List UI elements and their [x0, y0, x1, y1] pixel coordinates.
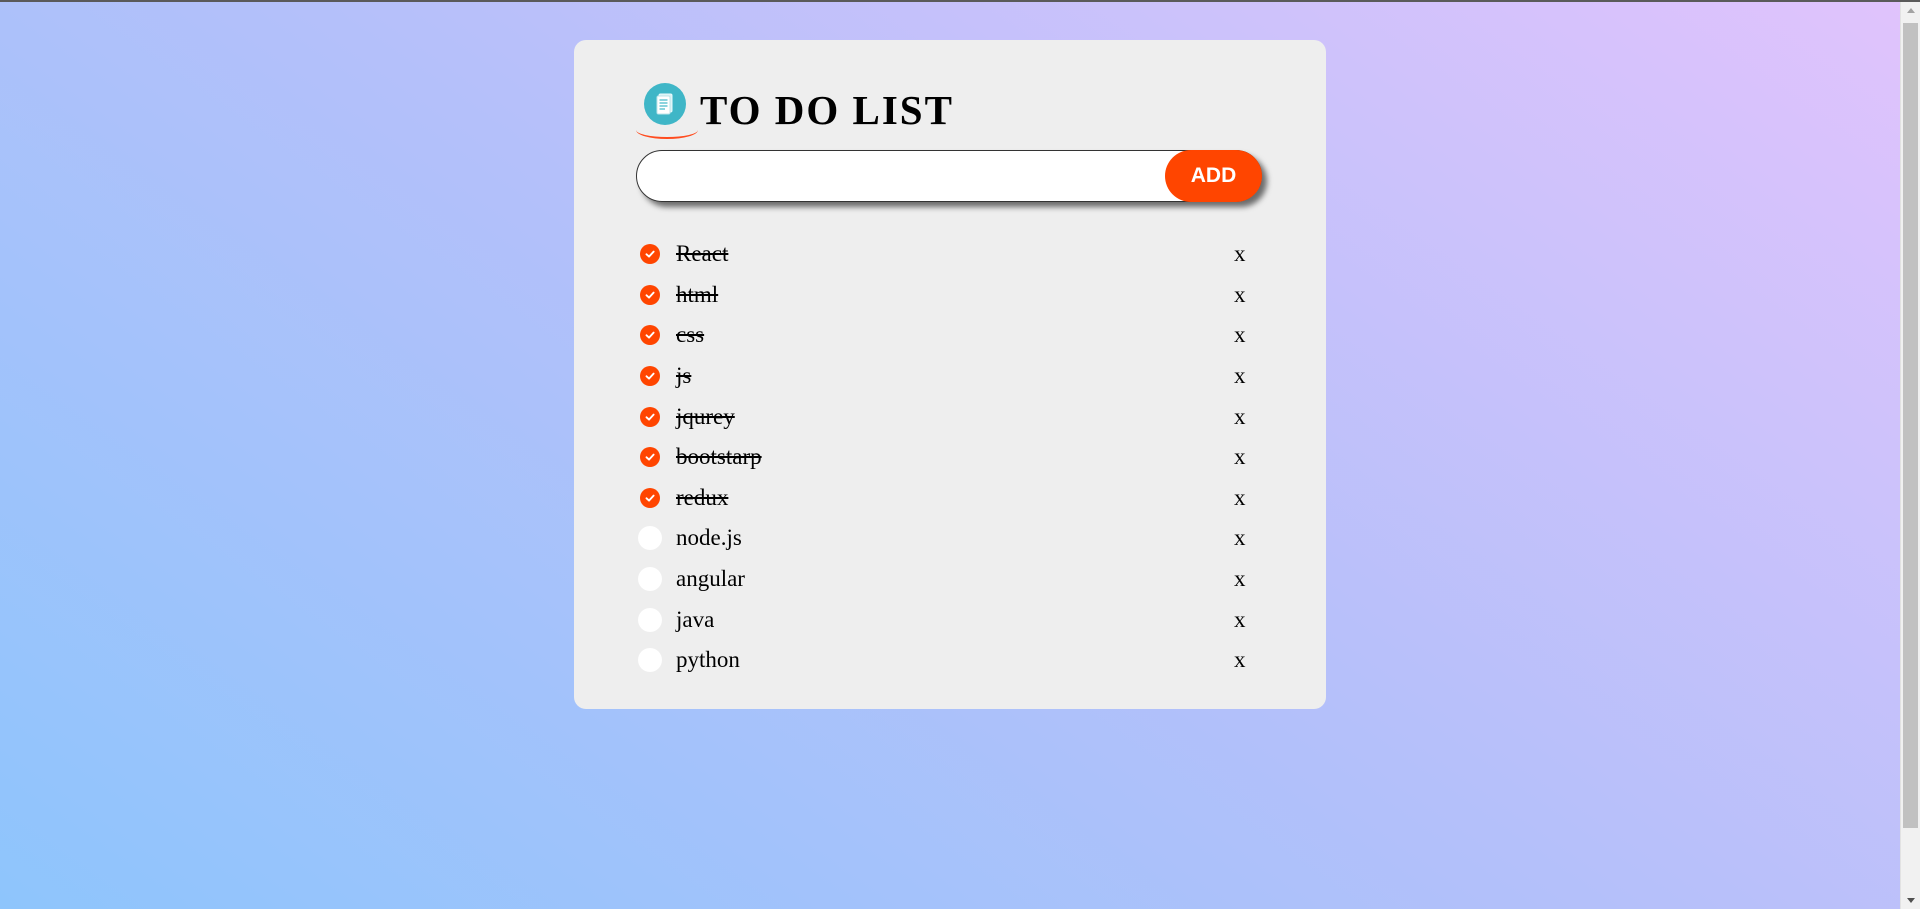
task-label: java: [676, 606, 715, 632]
task-list: React x html x css x js x jqurey x bootstarp x redux…: [638, 234, 1246, 681]
task-item: angular x: [638, 559, 1246, 600]
unchecked-circle-icon[interactable]: [638, 567, 662, 592]
task-label: js: [676, 363, 692, 389]
task-item: css x: [638, 315, 1246, 356]
task-item: bootstarp x: [638, 437, 1246, 478]
window-top-border: [0, 0, 1920, 2]
remove-task-button[interactable]: x: [1234, 282, 1246, 308]
checked-circle-icon[interactable]: [640, 447, 660, 468]
remove-task-button[interactable]: x: [1234, 363, 1246, 389]
vertical-scrollbar[interactable]: [1900, 2, 1920, 909]
logo: [634, 79, 698, 139]
unchecked-circle-icon[interactable]: [638, 607, 662, 632]
remove-task-button[interactable]: x: [1234, 444, 1246, 470]
remove-task-button[interactable]: x: [1234, 566, 1246, 592]
task-label: css: [676, 322, 705, 348]
remove-task-button[interactable]: x: [1234, 647, 1246, 673]
remove-task-button[interactable]: x: [1234, 241, 1246, 267]
remove-task-button[interactable]: x: [1234, 525, 1246, 551]
todo-card: TO DO LIST ADD React x html x css x js x jqurey x…: [574, 40, 1326, 709]
unchecked-circle-icon[interactable]: [638, 526, 662, 551]
remove-task-button[interactable]: x: [1234, 485, 1246, 511]
task-item: React x: [638, 234, 1246, 275]
logo-underline: [636, 121, 698, 139]
task-label: jqurey: [676, 403, 735, 429]
checked-circle-icon[interactable]: [640, 325, 660, 346]
task-label: redux: [676, 484, 729, 510]
add-button[interactable]: ADD: [1165, 150, 1262, 202]
unchecked-circle-icon[interactable]: [638, 648, 662, 673]
task-label: html: [676, 281, 719, 307]
notepad-icon: [644, 83, 686, 125]
remove-task-button[interactable]: x: [1234, 322, 1246, 348]
checked-circle-icon[interactable]: [640, 487, 660, 508]
task-label: node.js: [676, 525, 742, 551]
task-item: node.js x: [638, 518, 1246, 559]
scroll-up-icon[interactable]: [1901, 2, 1920, 19]
task-label: bootstarp: [676, 444, 762, 470]
task-item: java x: [638, 599, 1246, 640]
page-title: TO DO LIST: [700, 87, 954, 133]
task-label: python: [676, 647, 740, 673]
checked-circle-icon[interactable]: [640, 244, 660, 265]
checked-circle-icon[interactable]: [640, 366, 660, 387]
task-label: angular: [676, 566, 745, 592]
scroll-down-icon[interactable]: [1901, 892, 1920, 909]
add-task-row: ADD: [636, 150, 1262, 202]
header: TO DO LIST: [634, 83, 954, 139]
checked-circle-icon[interactable]: [640, 406, 660, 427]
remove-task-button[interactable]: x: [1234, 404, 1246, 430]
checked-circle-icon[interactable]: [640, 284, 660, 305]
task-item: redux x: [638, 478, 1246, 519]
task-item: python x: [638, 640, 1246, 681]
remove-task-button[interactable]: x: [1234, 607, 1246, 633]
task-item: js x: [638, 356, 1246, 397]
task-item: jqurey x: [638, 396, 1246, 437]
task-label: React: [676, 241, 729, 267]
scrollbar-thumb[interactable]: [1903, 23, 1918, 828]
task-item: html x: [638, 275, 1246, 316]
